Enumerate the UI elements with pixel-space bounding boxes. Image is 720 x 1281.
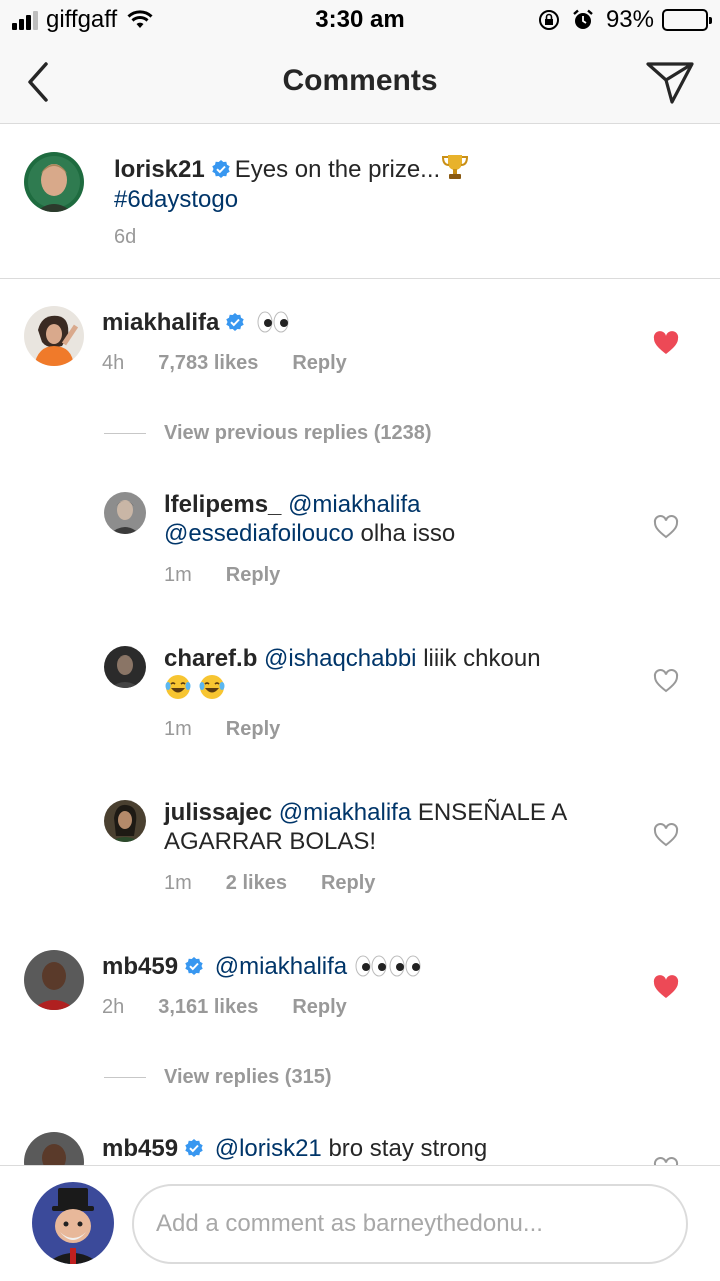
trophy-icon [442,155,469,179]
divider [104,1077,146,1078]
divider [104,433,146,434]
comment-text: mb459 @miakhalifa [102,952,622,981]
avatar[interactable] [104,800,146,842]
comment-mention[interactable]: @miakhalifa [215,953,347,980]
comment-text: charef.b @ishaqchabbi liiik chkoun [164,644,624,703]
comment-likes[interactable]: 2 likes [226,872,287,895]
direct-send-button[interactable] [644,58,696,106]
avatar[interactable] [24,152,84,212]
heart-outline-icon[interactable] [652,668,680,694]
comment-mention[interactable]: @essediafoilouco [164,520,354,547]
user-photo [104,646,146,688]
reply-button[interactable]: Reply [321,872,375,895]
chevron-left-icon [28,62,48,102]
user-photo [104,800,146,842]
user-photo [24,306,84,366]
caption-timestamp: 6d [114,226,137,248]
avatar[interactable] [24,1132,84,1165]
reply-button[interactable]: Reply [226,564,280,587]
comment-time: 1m [164,718,192,740]
comments-list[interactable]: miakhalifa 4h 7,783 likes Reply View pre… [0,280,720,1165]
comment-username[interactable]: mb459 [102,953,178,980]
alarm-icon [573,9,593,29]
post-caption: lorisk21 Eyes on the prize... #6daystogo … [0,124,720,279]
heart-outline-icon[interactable] [652,514,680,540]
comment-body: liiik chkoun [423,645,541,672]
comment-likes[interactable]: 3,161 likes [158,996,258,1019]
heart-filled-icon[interactable] [652,330,680,356]
comment-meta: 4h 7,783 likes Reply [102,352,381,375]
verified-badge-icon [185,957,203,975]
user-photo [24,152,84,212]
battery-percent: 93% [605,6,654,33]
comment-mention[interactable]: @miakhalifa [288,491,420,518]
comment-time: 4h [102,352,125,374]
status-right: 93% [538,6,712,34]
user-photo [24,950,84,1010]
avatar[interactable] [24,306,84,366]
comment-meta: 1m Reply [164,564,314,587]
eyes-emoji-icon [257,311,289,333]
reply-button[interactable]: Reply [226,718,280,741]
reply-button[interactable]: Reply [292,996,346,1019]
user-photo [32,1182,114,1264]
eyes-emoji-icon [389,955,421,977]
header: Comments [0,40,720,124]
tears-of-joy-emoji-icon [199,675,225,699]
comment-username[interactable]: miakhalifa [102,309,219,336]
comment-meta: 1m Reply [164,718,314,741]
user-photo [24,1132,84,1165]
comment-time: 1m [164,872,192,894]
avatar[interactable] [104,646,146,688]
verified-badge-icon [212,160,230,178]
heart-outline-icon[interactable] [652,1156,680,1165]
reply-button[interactable]: Reply [292,352,346,375]
comment-username[interactable]: mb459 [102,1135,178,1162]
view-replies-button[interactable]: View replies (315) [104,1066,332,1089]
verified-badge-icon [226,313,245,331]
comment-text: lfelipems_ @miakhalifa @essediafoilouco … [164,490,624,548]
comment-body: bro stay strong [328,1135,488,1162]
comment-likes[interactable]: 7,783 likes [158,352,258,375]
comment-mention[interactable]: @ishaqchabbi [264,645,416,672]
comment-text: mb459 @lorisk21 bro stay strong [102,1134,622,1163]
view-previous-replies-button[interactable]: View previous replies (1238) [104,422,432,445]
comment-username[interactable]: lfelipems_ [164,491,281,518]
verified-badge-icon [185,1139,203,1157]
comment-body: olha isso [360,520,456,547]
direct-send-icon [646,62,694,104]
add-comment-input[interactable] [132,1184,688,1264]
caption-username[interactable]: lorisk21 [114,156,205,183]
caption-body: Eyes on the prize... [234,156,441,183]
comment-mention[interactable]: @miakhalifa [279,799,411,826]
back-button[interactable] [18,58,62,106]
comment-username[interactable]: julissajec [164,799,272,826]
heart-outline-icon[interactable] [652,822,680,848]
page-title: Comments [282,64,438,97]
comment-mention[interactable]: @lorisk21 [215,1135,322,1162]
avatar[interactable] [32,1182,114,1264]
comment-composer [0,1165,720,1281]
avatar[interactable] [104,492,146,534]
comment-text: miakhalifa [102,308,622,337]
comment-meta: 2h 3,161 likes Reply [102,996,381,1019]
view-replies-label: View replies (315) [164,1066,332,1088]
view-replies-label: View previous replies (1238) [164,422,432,444]
caption-hashtag[interactable]: #6daystogo [114,186,238,213]
eyes-emoji-icon [355,955,387,977]
comment-time: 1m [164,564,192,586]
comment-text: julissajec @miakhalifa ENSEÑALE A AGARRA… [164,798,624,856]
comment-username[interactable]: charef.b [164,645,257,672]
avatar[interactable] [24,950,84,1010]
comment-meta: 1m 2 likes Reply [164,872,409,895]
heart-filled-icon[interactable] [652,974,680,1000]
tears-of-joy-emoji-icon [165,675,191,699]
user-photo [104,492,146,534]
rotation-lock-icon [538,10,559,30]
caption-text: lorisk21 Eyes on the prize... #6daystogo [114,152,674,215]
comment-time: 2h [102,996,125,1018]
battery-icon [662,9,712,31]
status-bar: giffgaff 3:30 am 93% [0,0,720,40]
